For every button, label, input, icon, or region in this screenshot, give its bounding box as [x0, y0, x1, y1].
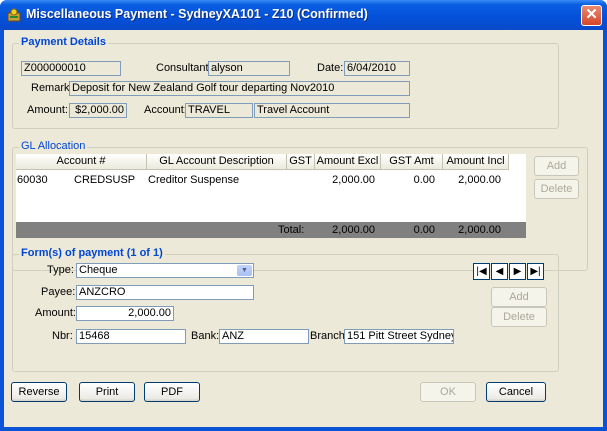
cancel-button[interactable]: Cancel	[486, 382, 546, 402]
payment-app-icon	[7, 8, 21, 22]
payment-window: Miscellaneous Payment - SydneyXA101 - Z1…	[0, 0, 607, 431]
payee-label: Payee:	[41, 286, 76, 298]
payment-details-label: Payment Details	[19, 36, 108, 48]
gl-allocation-label: GL Allocation	[19, 140, 88, 152]
reverse-button[interactable]: Reverse	[11, 382, 67, 402]
remark-label: Remark:	[31, 82, 73, 94]
column-header-gst[interactable]: GST	[287, 154, 315, 170]
branch-input[interactable]: 151 Pitt Street Sydney	[344, 329, 454, 344]
row-amount-incl: 2,000.00	[458, 174, 501, 186]
total-gst-amt: 0.00	[413, 224, 435, 236]
window-title: Miscellaneous Payment - SydneyXA101 - Z1…	[26, 7, 368, 21]
column-header-account[interactable]: Account #	[16, 154, 147, 170]
consultant-field: alyson	[208, 61, 290, 76]
gl-add-button[interactable]: Add	[534, 156, 579, 176]
ok-button[interactable]: OK	[420, 382, 476, 402]
totals-row: Total: 2,000.00 0.00 2,000.00	[16, 222, 526, 238]
payment-type-select[interactable]: Cheque ▼	[76, 263, 254, 278]
consultant-label: Consultant:	[156, 62, 212, 74]
total-amount-incl: 2,000.00	[458, 224, 501, 236]
total-label: Total:	[278, 224, 305, 236]
payment-amount-label: Amount:	[35, 307, 76, 319]
next-record-icon[interactable]: ▶	[509, 263, 526, 280]
column-header-amount-excl[interactable]: Amount Excl	[315, 154, 381, 170]
payee-input[interactable]: ANZCRO	[76, 285, 254, 300]
branch-label: Branch:	[310, 330, 348, 342]
payment-amount-input[interactable]: 2,000.00	[76, 306, 174, 321]
row-amount-excl: 2,000.00	[332, 174, 375, 186]
row-gst-amt: 0.00	[413, 174, 435, 186]
cheque-number-input[interactable]: 15468	[76, 329, 186, 344]
date-label: Date:	[317, 62, 344, 74]
payment-delete-button[interactable]: Delete	[491, 307, 547, 327]
table-row[interactable]: 60030 CREDSUSP Creditor Suspense 2,000.0…	[16, 173, 526, 187]
dialog-body: Payment Details Z000000010 Consultant: a…	[4, 30, 603, 427]
remark-field: Deposit for New Zealand Golf tour depart…	[69, 81, 410, 96]
column-header-description[interactable]: GL Account Description	[147, 154, 287, 170]
forms-of-payment-label: Form(s) of payment (1 of 1)	[19, 247, 165, 259]
row-description: Creditor Suspense	[148, 174, 240, 186]
pdf-button[interactable]: PDF	[144, 382, 200, 402]
payment-add-button[interactable]: Add	[491, 287, 547, 307]
payment-type-value: Cheque	[79, 264, 118, 276]
account-name-field: Travel Account	[254, 103, 410, 118]
payment-code-field: Z000000010	[21, 61, 121, 76]
column-header-gst-amt[interactable]: GST Amt	[381, 154, 443, 170]
amount-label: Amount:	[27, 104, 68, 116]
previous-record-icon[interactable]: ◀	[491, 263, 508, 280]
gl-delete-button[interactable]: Delete	[534, 179, 579, 199]
title-bar[interactable]: Miscellaneous Payment - SydneyXA101 - Z1…	[0, 0, 607, 30]
close-icon[interactable]: ✕	[581, 5, 602, 26]
print-button[interactable]: Print	[79, 382, 135, 402]
column-header-amount-incl[interactable]: Amount Incl	[443, 154, 509, 170]
amount-field: $2,000.00	[69, 103, 127, 118]
date-field: 6/04/2010	[344, 61, 410, 76]
first-record-icon[interactable]: |◀	[473, 263, 490, 280]
type-label: Type:	[47, 264, 74, 276]
row-account-code: CREDSUSP	[74, 174, 136, 186]
account-code-field: TRAVEL	[185, 103, 253, 118]
last-record-icon[interactable]: ▶|	[527, 263, 544, 280]
bank-label: Bank:	[191, 330, 220, 342]
row-account-num: 60030	[17, 174, 48, 186]
total-amount-excl: 2,000.00	[332, 224, 375, 236]
nbr-label: Nbr:	[52, 330, 73, 342]
bank-input[interactable]: ANZ	[219, 329, 309, 344]
chevron-down-icon[interactable]: ▼	[237, 265, 252, 276]
account-label: Account:	[144, 104, 187, 116]
